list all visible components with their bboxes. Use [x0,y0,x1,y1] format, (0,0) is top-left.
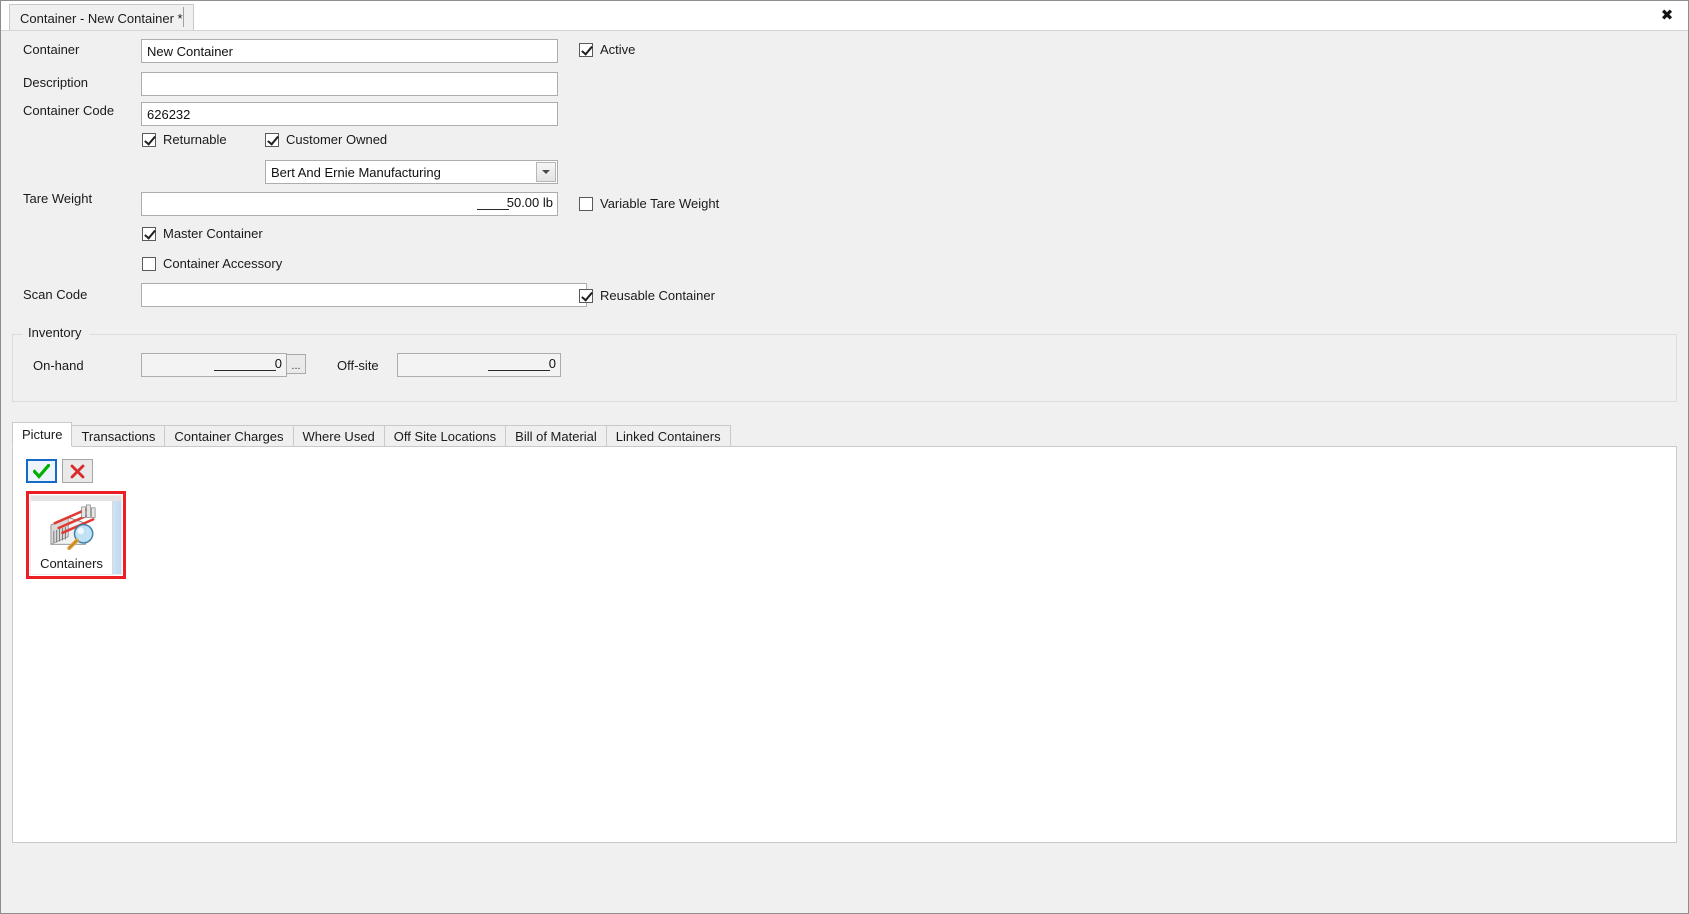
customer-combobox-value: Bert And Ernie Manufacturing [271,164,441,180]
container-code-input[interactable] [141,102,558,126]
form-area: Container Active Description Container C… [1,31,1688,411]
tab-off-site-locations[interactable]: Off Site Locations [383,425,507,447]
off-site-input[interactable]: 0 [397,353,561,377]
container-input[interactable] [141,39,558,63]
groupbox-top-right-rule [89,334,1676,335]
tab-where-used-label: Where Used [302,429,375,444]
close-glyph: ✖ [1660,6,1674,24]
tab-linked-containers[interactable]: Linked Containers [605,425,731,447]
groupbox-top-left-rule [13,334,23,335]
tare-weight-input[interactable]: 50.00 lb [141,192,558,216]
on-hand-label: On-hand [33,358,84,373]
picture-tile[interactable]: Containers [26,491,126,579]
tab-bill-of-material[interactable]: Bill of Material [505,425,607,447]
reusable-container-checkbox[interactable]: Reusable Container [579,288,715,303]
tare-weight-value: 50.00 lb [506,195,553,210]
active-checkbox-label: Active [600,42,636,57]
container-window: Container - New Container * ✖ Container … [0,0,1689,914]
titlebar: Container - New Container * ✖ [1,1,1688,31]
on-hand-ellipsis-label: ... [291,360,301,372]
tab-strip: Picture Transactions Container Charges W… [12,422,731,447]
customer-owned-checkbox-box [265,132,279,147]
returnable-checkbox-label: Returnable [163,132,227,147]
off-site-value: 0 [548,356,556,371]
container-accessory-checkbox-label: Container Accessory [163,256,283,271]
picture-tab-page: Containers [12,446,1677,843]
master-container-checkbox[interactable]: Master Container [142,226,263,241]
close-icon[interactable]: ✖ [1654,3,1680,27]
reusable-container-checkbox-box [579,288,593,303]
picture-tile-inner: Containers [30,495,122,575]
container-code-label: Container Code [23,103,115,118]
returnable-checkbox-box [142,132,156,147]
tab-picture[interactable]: Picture [12,422,73,447]
container-accessory-checkbox[interactable]: Container Accessory [142,256,282,271]
on-hand-value: 0 [274,356,282,371]
chevron-down-glyph [542,170,550,174]
accept-picture-button[interactable] [26,459,57,483]
scan-code-label: Scan Code [23,287,88,302]
bottom-tab-control: Picture Transactions Container Charges W… [12,422,1677,843]
x-mark-icon [70,464,85,478]
picture-tile-header [31,496,121,501]
active-checkbox[interactable]: Active [579,42,635,57]
chevron-down-icon[interactable] [536,162,556,182]
variable-tare-weight-checkbox-label: Variable Tare Weight [600,196,720,211]
description-input[interactable] [141,72,558,96]
tab-off-site-locations-label: Off Site Locations [393,429,497,444]
variable-tare-weight-checkbox-box [579,196,593,211]
scan-code-input[interactable] [141,283,587,307]
tab-where-used[interactable]: Where Used [292,425,385,447]
checkmark-icon [33,463,50,479]
document-tab[interactable]: Container - New Container * [9,4,194,30]
tab-bill-of-material-label: Bill of Material [515,429,597,444]
tab-linked-containers-label: Linked Containers [615,429,721,444]
description-label: Description [23,75,89,90]
reusable-container-checkbox-label: Reusable Container [600,288,715,303]
off-site-label: Off-site [337,358,379,373]
picture-toolbar [26,459,93,483]
active-checkbox-box [579,42,593,57]
tab-container-charges[interactable]: Container Charges [164,425,294,447]
returnable-checkbox[interactable]: Returnable [142,132,227,147]
customer-owned-checkbox[interactable]: Customer Owned [265,132,387,147]
customer-combobox[interactable]: Bert And Ernie Manufacturing [265,160,558,184]
tare-weight-label: Tare Weight [23,191,93,206]
customer-owned-checkbox-label: Customer Owned [286,132,388,147]
on-hand-input[interactable]: 0 [141,353,287,377]
tare-weight-rule [477,209,509,210]
tab-transactions[interactable]: Transactions [71,425,166,447]
master-container-checkbox-box [142,226,156,241]
inventory-groupbox-title: Inventory [23,325,87,340]
tab-transactions-label: Transactions [81,429,156,444]
container-accessory-checkbox-box [142,256,156,271]
on-hand-rule [214,370,276,371]
off-site-rule [488,370,550,371]
document-tab-label: Container - New Container * [20,11,183,26]
document-tab-divider [183,7,184,27]
on-hand-ellipsis-button[interactable]: ... [286,354,306,374]
container-label: Container [23,42,80,57]
master-container-checkbox-label: Master Container [163,226,263,241]
tab-container-charges-label: Container Charges [174,429,284,444]
delete-picture-button[interactable] [62,459,93,483]
containers-icon [50,504,96,551]
tab-picture-label: Picture [22,427,63,442]
picture-tile-scrollbar[interactable] [112,501,121,574]
picture-tile-caption: Containers [40,556,103,571]
variable-tare-weight-checkbox[interactable]: Variable Tare Weight [579,196,719,211]
